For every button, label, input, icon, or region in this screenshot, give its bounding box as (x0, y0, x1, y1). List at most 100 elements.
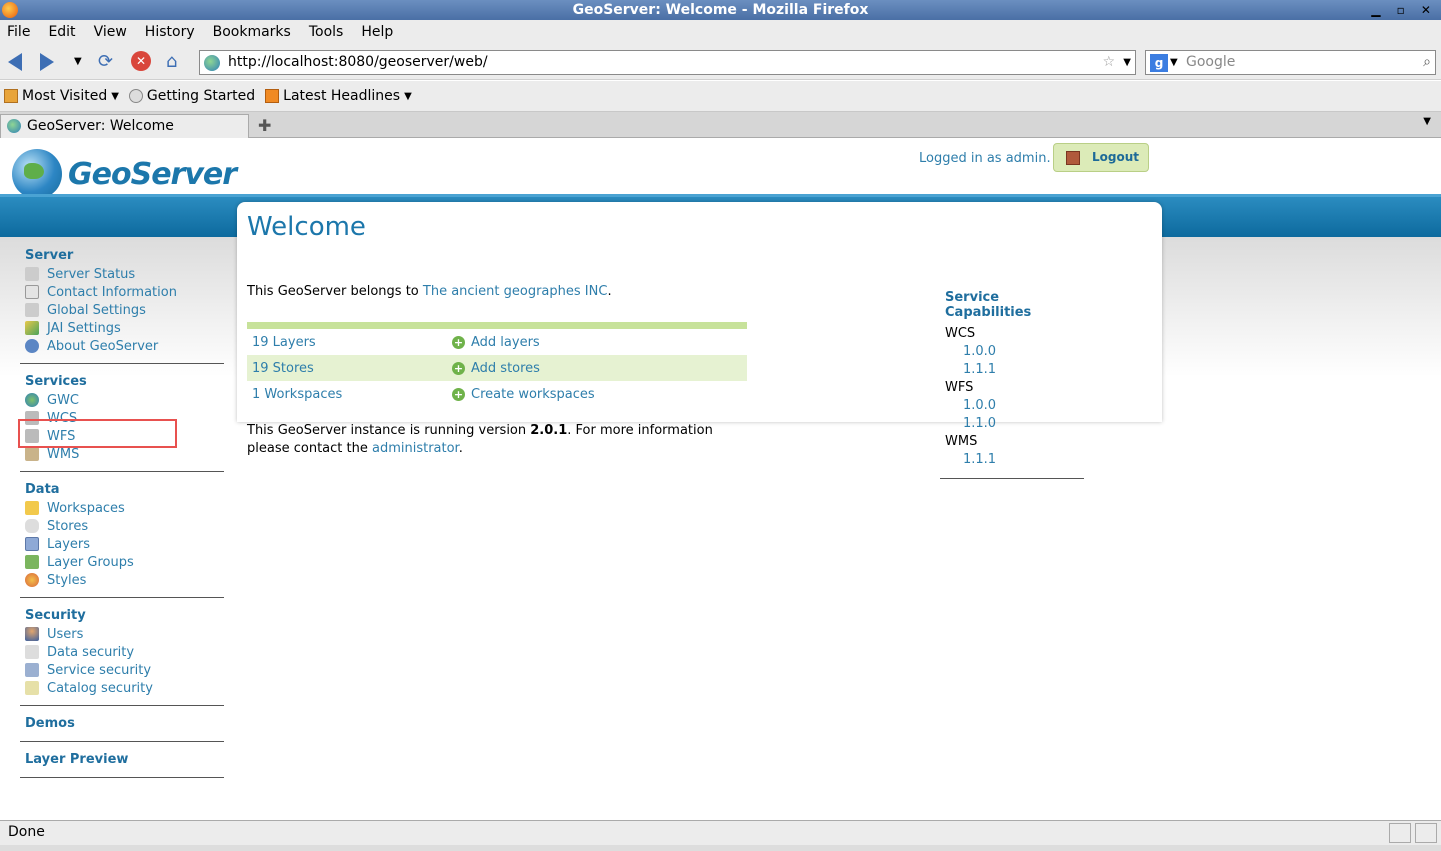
menu-tools[interactable]: Tools (306, 24, 347, 40)
section-title: Data (25, 482, 60, 497)
window-controls[interactable]: ▁ ▫ ✕ (1371, 0, 1437, 20)
sidebar-item-jai-settings[interactable]: JAI Settings (20, 319, 224, 337)
tab-list-dropdown-icon[interactable]: ▼ (1423, 116, 1431, 127)
wcs-1-1-1-link[interactable]: 1.1.1 (963, 362, 1084, 380)
sidebar-item-styles[interactable]: Styles (20, 571, 224, 589)
item-label: Users (47, 626, 84, 642)
item-label: Stores (47, 518, 89, 534)
sidebar-item-gwc[interactable]: GWC (20, 391, 224, 409)
action-label: Create workspaces (471, 386, 595, 402)
google-engine-icon[interactable]: g (1150, 54, 1168, 72)
sidebar-item-layer-groups[interactable]: Layer Groups (20, 553, 224, 571)
section-title: Security (25, 608, 86, 623)
sidebar-item-layer-preview[interactable]: Layer Preview (20, 748, 224, 769)
page-title: Welcome (247, 212, 366, 242)
item-label: Styles (47, 572, 87, 588)
logo-text: GeoServer (68, 156, 237, 192)
navigation-toolbar: ▼ ⟳ ✕ ⌂ http://localhost:8080/geoserver/… (0, 44, 1441, 80)
sidebar-section-demos: Demos (20, 712, 224, 742)
bookmark-star-icon[interactable]: ☆ (1102, 51, 1115, 74)
rss-icon (265, 89, 280, 103)
add-icon: + (452, 361, 465, 375)
bookmark-latest-headlines[interactable]: Latest Headlines ▼ (265, 88, 412, 104)
layers-count-link[interactable]: 19 Layers (252, 335, 452, 350)
status-bar: Done (0, 820, 1441, 845)
stores-count-link[interactable]: 19 Stores (252, 361, 452, 376)
service-name-wms: WMS (945, 434, 978, 449)
search-box[interactable]: g ▼ Google ⌕ (1145, 50, 1436, 75)
sidebar-item-global-settings[interactable]: Global Settings (20, 301, 224, 319)
wms-1-1-1-link[interactable]: 1.1.1 (963, 452, 1084, 470)
folder-icon (25, 501, 39, 515)
chevron-down-icon: ▼ (111, 90, 119, 102)
back-arrow-icon (8, 53, 22, 71)
tab-label: GeoServer: Welcome (27, 118, 174, 134)
sidebar-item-layers[interactable]: Layers (20, 535, 224, 553)
site-favicon-icon (7, 119, 21, 133)
sidebar-item-contact-information[interactable]: Contact Information (20, 283, 224, 301)
service-lock-icon (25, 663, 39, 677)
sidebar-item-server-status[interactable]: Server Status (20, 265, 224, 283)
url-dropdown-icon[interactable]: ▼ (1123, 51, 1131, 74)
sidebar-item-about-geoserver[interactable]: About GeoServer (20, 337, 224, 355)
chevron-down-icon: ▼ (404, 90, 412, 102)
sidebar-item-users[interactable]: Users (20, 625, 224, 643)
capabilities-title: Service Capabilities (945, 290, 1032, 320)
sidebar-section-layer-preview: Layer Preview (20, 748, 224, 778)
menu-edit[interactable]: Edit (45, 24, 78, 40)
search-icon[interactable]: ⌕ (1423, 51, 1431, 74)
sidebar-item-catalog-security[interactable]: Catalog security (20, 679, 224, 697)
geoserver-logo[interactable]: GeoServer (12, 149, 237, 199)
wms-icon (25, 447, 39, 461)
bookmark-label: Latest Headlines (283, 88, 401, 104)
sidebar-item-data-security[interactable]: Data security (20, 643, 224, 661)
catalog-lock-icon (25, 681, 39, 695)
bookmark-label: Getting Started (146, 88, 256, 104)
sidebar-item-demos[interactable]: Demos (20, 712, 224, 733)
sidebar-item-workspaces[interactable]: Workspaces (20, 499, 224, 517)
menu-file[interactable]: File (4, 24, 33, 40)
sidebar-section-server: Server Server Status Contact Information… (20, 244, 224, 364)
menu-bookmarks[interactable]: Bookmarks (210, 24, 294, 40)
window-titlebar: GeoServer: Welcome - Mozilla Firefox ▁ ▫… (0, 0, 1441, 20)
sidebar-item-stores[interactable]: Stores (20, 517, 224, 535)
new-tab-icon[interactable]: ✚ (258, 116, 271, 135)
firebug-icon[interactable] (1389, 823, 1411, 843)
home-icon[interactable]: ⌂ (166, 51, 188, 73)
menu-history[interactable]: History (142, 24, 198, 40)
settings-icon (25, 303, 39, 317)
item-label: Data security (47, 644, 135, 660)
item-label: Contact Information (47, 284, 177, 300)
back-button[interactable] (8, 51, 30, 73)
menu-view[interactable]: View (91, 24, 130, 40)
item-label: WMS (47, 446, 80, 462)
forward-button[interactable] (40, 51, 62, 73)
bookmark-getting-started[interactable]: Getting Started (128, 88, 256, 104)
bottom-strip (0, 845, 1441, 851)
url-bar[interactable]: http://localhost:8080/geoserver/web/ ☆ ▼ (199, 50, 1136, 75)
wfs-1-0-0-link[interactable]: 1.0.0 (963, 398, 1084, 416)
stop-icon[interactable]: ✕ (131, 51, 151, 71)
tab-geoserver-welcome[interactable]: GeoServer: Welcome (0, 114, 249, 138)
version-statement: This GeoServer instance is running versi… (247, 422, 747, 458)
logout-button[interactable]: Logout (1053, 143, 1149, 172)
menu-help[interactable]: Help (358, 24, 396, 40)
create-workspaces-link[interactable]: + Create workspaces (452, 387, 595, 402)
search-placeholder: Google (1186, 54, 1236, 70)
table-row: 1 Workspaces + Create workspaces (247, 381, 747, 407)
section-title: Server (25, 248, 74, 263)
info-icon (25, 339, 39, 353)
search-engine-dropdown-icon[interactable]: ▼ (1170, 51, 1178, 74)
bookmark-most-visited[interactable]: Most Visited ▼ (4, 88, 119, 104)
addon-icon[interactable] (1415, 823, 1437, 843)
administrator-link[interactable]: administrator (372, 441, 459, 456)
sidebar-item-service-security[interactable]: Service security (20, 661, 224, 679)
add-layers-link[interactable]: + Add layers (452, 335, 540, 350)
reload-icon[interactable]: ⟳ (98, 51, 120, 73)
history-dropdown-icon[interactable]: ▼ (74, 51, 96, 73)
workspaces-count-link[interactable]: 1 Workspaces (252, 387, 452, 402)
wfs-1-1-0-link[interactable]: 1.1.0 (963, 416, 1084, 434)
owner-link[interactable]: The ancient geographes INC (423, 284, 608, 299)
add-stores-link[interactable]: + Add stores (452, 361, 540, 376)
wcs-1-0-0-link[interactable]: 1.0.0 (963, 344, 1084, 362)
